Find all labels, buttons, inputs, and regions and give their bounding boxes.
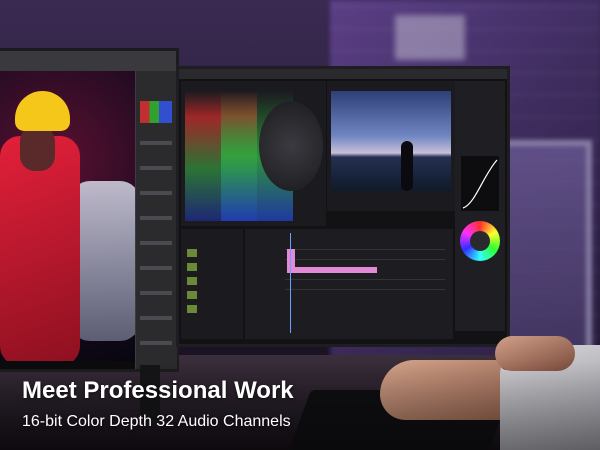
waveform-scope-panel	[181, 81, 326, 226]
media-thumbnail	[187, 249, 197, 257]
timeline-clip	[287, 267, 377, 273]
media-thumbnail	[187, 277, 197, 285]
layer-row	[140, 191, 172, 195]
wall-poster	[395, 15, 465, 60]
program-monitor	[327, 81, 455, 211]
layer-row	[140, 166, 172, 170]
timeline-track	[285, 279, 445, 280]
layer-row	[140, 266, 172, 270]
media-thumbnail	[187, 305, 197, 313]
layer-row	[140, 141, 172, 145]
vectorscope	[259, 101, 323, 191]
window-background	[500, 140, 592, 362]
layer-row	[140, 341, 172, 345]
timeline-track	[285, 259, 445, 260]
program-preview-frame	[331, 91, 451, 191]
project-panel	[181, 229, 243, 339]
headline-text: Meet Professional Work	[22, 377, 294, 404]
timeline-panel	[245, 229, 453, 339]
text-overlay-gradient	[0, 360, 600, 450]
product-photo: Meet Professional Work 16-bit Color Dept…	[0, 0, 600, 450]
layers-panel	[135, 71, 177, 369]
color-wheel	[460, 221, 500, 261]
timeline-clip	[287, 249, 295, 267]
layer-row	[140, 291, 172, 295]
yellow-hat	[15, 91, 70, 131]
rgb-curve	[461, 156, 499, 211]
subheadline-text: 16-bit Color Depth 32 Audio Channels	[22, 413, 291, 430]
right-monitor	[176, 66, 510, 347]
figure-face	[20, 126, 55, 171]
layer-row	[140, 216, 172, 220]
left-monitor	[0, 48, 179, 372]
timeline-track	[285, 249, 445, 250]
timeline-track	[285, 289, 445, 290]
histogram-panel	[140, 101, 172, 123]
lumetri-color-panel	[455, 81, 505, 331]
media-thumbnail	[187, 263, 197, 271]
timeline-playhead	[290, 233, 291, 333]
media-thumbnail	[187, 291, 197, 299]
video-editor-menu-bar	[179, 69, 507, 79]
layer-row	[140, 241, 172, 245]
photo-editor-menu-bar	[0, 51, 176, 71]
layer-row	[140, 316, 172, 320]
photo-editor-canvas	[0, 71, 135, 361]
person-silhouette	[401, 141, 413, 191]
